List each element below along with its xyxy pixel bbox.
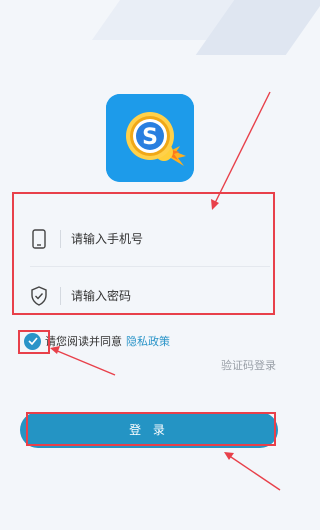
field-divider xyxy=(30,266,270,267)
shield-check-icon xyxy=(24,281,54,311)
code-login-link[interactable]: 验证码登录 xyxy=(221,357,276,373)
mobile-phone-icon xyxy=(24,224,54,254)
phone-input[interactable] xyxy=(71,224,276,254)
agreement-checkbox[interactable] xyxy=(24,332,41,350)
privacy-policy-link[interactable]: 隐私政策 xyxy=(126,333,170,349)
agreement-row: 请您阅读并同意 隐私政策 xyxy=(24,331,170,351)
password-input[interactable] xyxy=(71,281,276,311)
app-logo: S xyxy=(106,94,194,182)
agreement-text: 请您阅读并同意 xyxy=(45,335,122,348)
login-button[interactable]: 登 录 xyxy=(20,412,278,448)
app-logo-icon: S xyxy=(106,94,194,182)
phone-field[interactable] xyxy=(24,216,276,262)
check-icon xyxy=(27,337,38,345)
annotation-arrows xyxy=(50,91,281,491)
field-separator xyxy=(60,287,61,305)
svg-text:S: S xyxy=(142,125,158,150)
password-field[interactable] xyxy=(24,273,276,319)
field-separator xyxy=(60,230,61,248)
